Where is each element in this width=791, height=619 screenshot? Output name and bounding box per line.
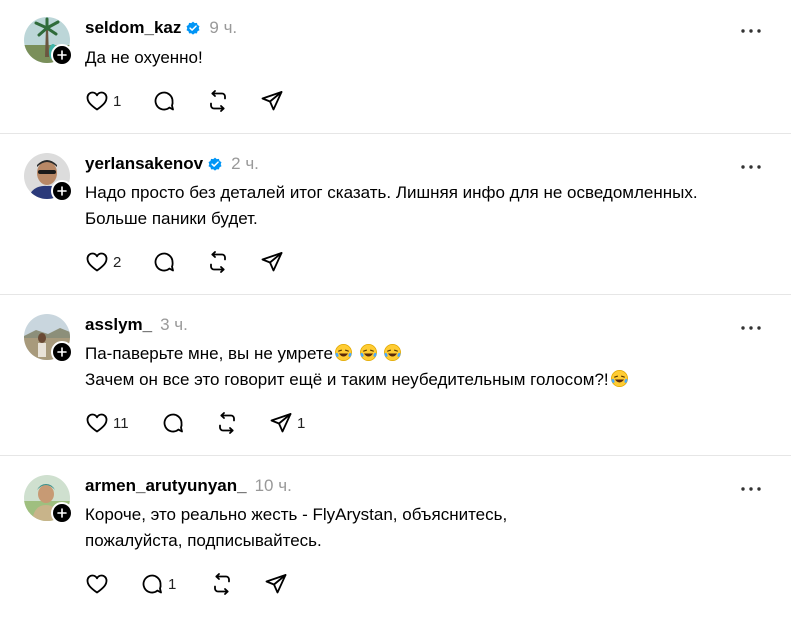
- rolling-on-floor-laughing-emoji: [383, 343, 402, 362]
- more-dots-icon[interactable]: [740, 321, 762, 335]
- post-text-line: пожалуйста, подписывайтесь.: [85, 531, 322, 550]
- heart-icon: [85, 572, 109, 596]
- avatar[interactable]: [24, 17, 73, 66]
- reply-button[interactable]: [161, 410, 215, 436]
- post-text: Короче, это реально жесть - FlyArystan, …: [85, 502, 775, 554]
- send-icon: [264, 572, 288, 596]
- post-text-line: Да не охуенно!: [85, 48, 203, 67]
- action-bar: 2: [85, 249, 314, 275]
- thread-reply-post: yerlansakenov 2 ч. Надо просто без детал…: [0, 136, 791, 297]
- share-button[interactable]: [260, 249, 314, 275]
- verified-badge-icon: [185, 20, 201, 36]
- avatar[interactable]: [24, 314, 73, 363]
- repost-button[interactable]: [206, 249, 260, 275]
- avatar[interactable]: [24, 153, 73, 202]
- post-time[interactable]: 3 ч.: [160, 315, 188, 335]
- like-count: 2: [113, 253, 122, 271]
- post-text: Да не охуенно!: [85, 45, 775, 71]
- like-button[interactable]: 1: [85, 88, 135, 114]
- verified-badge-icon: [207, 156, 223, 172]
- repost-icon: [215, 411, 239, 435]
- post-text-line: Па-паверьте мне, вы не умрете: [85, 344, 333, 363]
- username-link[interactable]: yerlansakenov: [85, 154, 203, 174]
- reply-button[interactable]: [152, 249, 206, 275]
- post-text: Па-паверьте мне, вы не умрете Зачем он в…: [85, 341, 775, 393]
- like-count: 11: [113, 414, 129, 432]
- repost-icon: [206, 250, 230, 274]
- comment-bubble-icon: [161, 411, 185, 435]
- reply-button[interactable]: [152, 88, 206, 114]
- heart-icon: [85, 250, 109, 274]
- post-time[interactable]: 10 ч.: [255, 476, 292, 496]
- post-time[interactable]: 9 ч.: [209, 18, 237, 38]
- repost-icon: [206, 89, 230, 113]
- post-text-line: Больше паники будет.: [85, 209, 258, 228]
- repost-icon: [210, 572, 234, 596]
- post-text-line-1: Па-паверьте мне, вы не умрете: [85, 341, 775, 367]
- post-header: armen_arutyunyan_ 10 ч.: [85, 475, 292, 497]
- follow-plus-icon[interactable]: [51, 44, 73, 66]
- share-button[interactable]: [260, 88, 314, 114]
- more-dots-icon[interactable]: [740, 160, 762, 174]
- post-text-line: Короче, это реально жесть - FlyArystan, …: [85, 505, 508, 524]
- rolling-on-floor-laughing-emoji: [334, 343, 353, 362]
- share-count: 1: [297, 414, 306, 432]
- post-time[interactable]: 2 ч.: [231, 154, 259, 174]
- rolling-on-floor-laughing-emoji: [359, 343, 378, 362]
- like-button[interactable]: 11: [85, 410, 147, 436]
- post-text: Надо просто без деталей итог сказать. Ли…: [85, 180, 775, 232]
- username-link[interactable]: armen_arutyunyan_: [85, 476, 247, 496]
- avatar[interactable]: [24, 475, 73, 524]
- share-button[interactable]: [264, 571, 318, 597]
- post-header: asslym_ 3 ч.: [85, 314, 188, 336]
- rolling-on-floor-laughing-emoji: [610, 369, 629, 388]
- like-button[interactable]: 2: [85, 249, 135, 275]
- post-text-line-2: Зачем он все это говорит ещё и таким неу…: [85, 367, 775, 393]
- post-divider: [0, 294, 791, 295]
- heart-icon: [85, 89, 109, 113]
- thread-reply-post: asslym_ 3 ч. Па-паверьте мне, вы не умре…: [0, 297, 791, 458]
- post-text-line: Надо просто без деталей итог сказать. Ли…: [85, 183, 698, 202]
- post-header: yerlansakenov 2 ч.: [85, 153, 259, 175]
- username-link[interactable]: asslym_: [85, 315, 152, 335]
- post-text-line: Зачем он все это говорит ещё и таким неу…: [85, 370, 609, 389]
- follow-plus-icon[interactable]: [51, 502, 73, 524]
- comment-bubble-icon: [152, 89, 176, 113]
- repost-button[interactable]: [210, 571, 264, 597]
- comment-bubble-icon: [152, 250, 176, 274]
- send-icon: [260, 250, 284, 274]
- action-bar: 1: [85, 88, 314, 114]
- follow-plus-icon[interactable]: [51, 180, 73, 202]
- send-icon: [269, 411, 293, 435]
- comment-bubble-icon: [140, 572, 164, 596]
- post-header: seldom_kaz 9 ч.: [85, 17, 237, 39]
- follow-plus-icon[interactable]: [51, 341, 73, 363]
- share-button[interactable]: 1: [269, 410, 323, 436]
- like-button[interactable]: [85, 571, 135, 597]
- post-divider: [0, 455, 791, 456]
- heart-icon: [85, 411, 109, 435]
- repost-button[interactable]: [206, 88, 260, 114]
- action-bar: 11 1: [85, 410, 323, 436]
- repost-button[interactable]: [215, 410, 269, 436]
- more-dots-icon[interactable]: [740, 482, 762, 496]
- post-divider: [0, 133, 791, 134]
- more-dots-icon[interactable]: [740, 24, 762, 38]
- action-bar: 1: [85, 571, 318, 597]
- like-count: 1: [113, 92, 122, 110]
- reply-button[interactable]: 1: [140, 571, 210, 597]
- thread-reply-post: armen_arutyunyan_ 10 ч. Короче, это реал…: [0, 458, 791, 619]
- send-icon: [260, 89, 284, 113]
- username-link[interactable]: seldom_kaz: [85, 18, 181, 38]
